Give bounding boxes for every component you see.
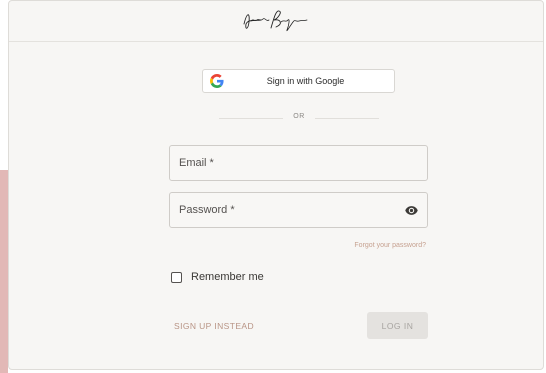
google-signin-label: Sign in with Google — [266, 76, 345, 86]
login-button-label: LOG IN — [381, 320, 414, 331]
email-placeholder: Email * — [179, 157, 214, 169]
header — [9, 1, 543, 42]
eye-icon[interactable] — [405, 205, 418, 216]
remember-me-label: Remember me — [191, 271, 264, 283]
sign-up-instead-button[interactable]: SIGN UP INSTEAD — [174, 321, 254, 331]
google-signin-button[interactable]: Sign in with Google — [202, 69, 395, 93]
divider-line-left — [219, 118, 283, 119]
page: Sign in with Google OR Email * Password … — [0, 0, 546, 373]
remember-me[interactable]: Remember me — [171, 271, 264, 283]
google-g-icon — [210, 74, 224, 88]
email-field[interactable]: Email * — [169, 145, 428, 181]
divider-line-right — [315, 118, 379, 119]
side-accent-strip — [0, 170, 8, 373]
password-placeholder: Password * — [179, 204, 235, 216]
forgot-password-link[interactable]: Forgot your password? — [354, 242, 426, 249]
or-divider: OR — [219, 113, 379, 120]
password-field[interactable]: Password * — [169, 192, 428, 228]
signature-logo-icon[interactable] — [241, 8, 311, 34]
login-card: Sign in with Google OR Email * Password … — [8, 0, 544, 370]
remember-me-checkbox[interactable] — [171, 271, 182, 283]
or-text: OR — [293, 113, 305, 120]
login-button[interactable]: LOG IN — [367, 312, 428, 339]
